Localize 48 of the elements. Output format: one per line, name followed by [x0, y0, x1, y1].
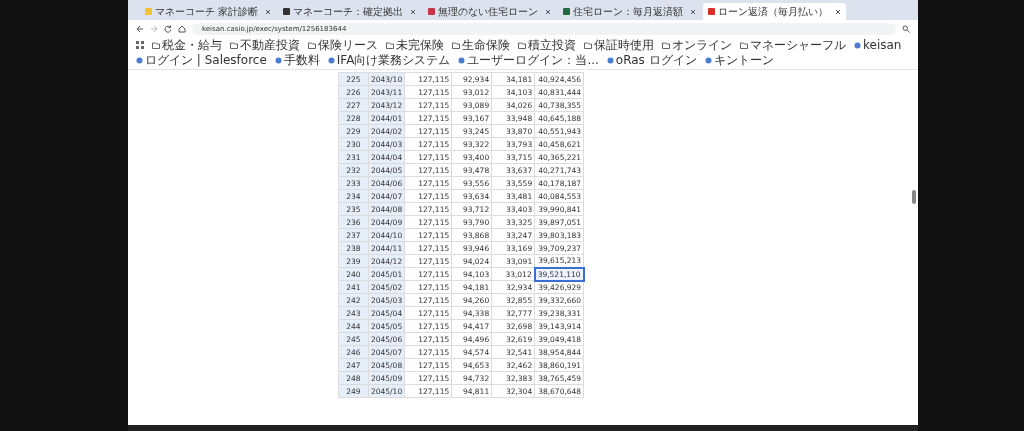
zoom-icon[interactable] [902, 24, 910, 33]
close-icon[interactable] [265, 8, 272, 15]
folder-icon [308, 41, 316, 49]
folder-icon [230, 41, 238, 49]
close-icon[interactable] [835, 8, 842, 15]
close-icon[interactable] [545, 8, 552, 15]
folder-icon [584, 41, 592, 49]
bookmark[interactable]: オンライン [662, 38, 732, 52]
bookmark[interactable]: 不動産投資 [230, 38, 300, 52]
site-icon [704, 56, 712, 64]
bookmark[interactable]: キントーン [704, 53, 774, 67]
bookmark[interactable]: ログイン | Salesforce [136, 53, 267, 67]
folder-icon [386, 41, 394, 49]
site-icon [136, 56, 143, 64]
bookmark[interactable]: 手数料 [274, 53, 320, 67]
bookmark[interactable]: 税金・給与 [152, 38, 222, 52]
bookmark[interactable]: 生命保険 [452, 38, 510, 52]
folder-icon [662, 41, 670, 49]
folder-icon [152, 41, 160, 49]
bookmark[interactable]: マネーシャーフル [740, 38, 846, 52]
browser-tab[interactable]: マネーコーチ 家計診断 [140, 3, 277, 20]
home-icon[interactable] [178, 24, 186, 33]
bookmark[interactable]: 保険リース [308, 38, 378, 52]
site-icon [854, 41, 861, 49]
site-icon [606, 56, 614, 64]
site-icon [327, 56, 335, 64]
browser-tab[interactable]: 無理のない住宅ローン [423, 3, 557, 20]
reload-icon[interactable] [164, 24, 172, 33]
apps-grid-icon[interactable] [136, 41, 144, 49]
bookmark[interactable]: 未完保険 [386, 38, 444, 52]
browser-tab[interactable]: マネーコーチ：確定拠出 [278, 3, 422, 20]
bookmark[interactable]: ユーザーログイン：当... [458, 53, 599, 67]
folder-icon [740, 41, 748, 49]
site-icon [458, 56, 466, 64]
bookmark[interactable]: keisan [854, 38, 902, 52]
bookmark[interactable]: oRas ログイン [606, 53, 697, 67]
close-icon[interactable] [410, 8, 417, 15]
folder-icon [518, 41, 526, 49]
browser-tab[interactable]: 住宅ローン：毎月返済額 [558, 3, 702, 20]
close-icon[interactable] [690, 8, 697, 15]
scrollbar-thumb[interactable] [912, 190, 916, 204]
bookmark[interactable]: IFA向け業務システム [327, 53, 451, 67]
bookmark[interactable]: 積立投資 [518, 38, 576, 52]
folder-icon [452, 41, 460, 49]
back-icon[interactable] [136, 24, 144, 33]
site-icon [274, 56, 282, 64]
bookmark[interactable]: 保証時使用 [584, 38, 654, 52]
browser-tab[interactable]: ローン返済（毎月払い） [703, 3, 847, 20]
